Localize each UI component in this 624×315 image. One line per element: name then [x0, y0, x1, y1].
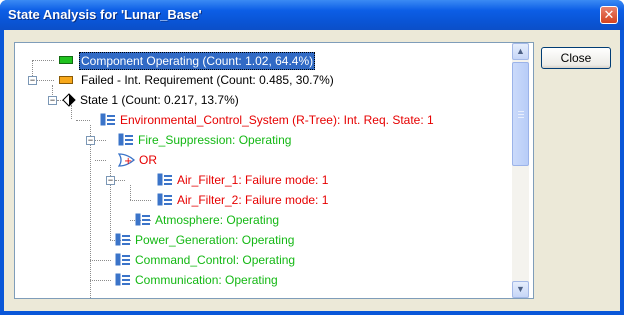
tree-row-label: Fire_Suppression: Operating [138, 133, 292, 147]
tree-row[interactable]: Power_Generation: Operating [15, 230, 511, 250]
state-tree[interactable]: − − − − Component Operating (Count: 1.02… [14, 42, 534, 299]
tree-row-label: Component Operating (Count: 1.02, 64.4%) [79, 52, 316, 70]
scrollbar-thumb[interactable] [512, 62, 529, 166]
tree-row[interactable]: Air_Filter_1: Failure mode: 1 [15, 170, 511, 190]
green-status-icon [59, 56, 73, 64]
rbd-block-icon [115, 253, 130, 266]
arrow-down-icon[interactable]: ▼ [512, 281, 529, 298]
grip-icon [518, 114, 524, 115]
rbd-block-icon [157, 173, 172, 186]
window-close-icon[interactable]: ✕ [600, 6, 618, 24]
rbd-block-icon [115, 273, 130, 286]
grip-icon [518, 117, 524, 118]
grip-icon [518, 111, 524, 112]
tree-row-label: Communication: Operating [135, 273, 278, 287]
rbd-block-icon [115, 233, 130, 246]
tree-row[interactable]: Environmental_Control_System (R-Tree): I… [15, 110, 511, 130]
tree-row[interactable]: State 1 (Count: 0.217, 13.7%) [15, 90, 511, 110]
tree-row[interactable]: Atmosphere: Operating [15, 210, 511, 230]
state-analysis-window: State Analysis for 'Lunar_Base' ✕ − − − … [0, 0, 624, 315]
tree-row[interactable]: Air_Filter_2: Failure mode: 1 [15, 190, 511, 210]
tree-row-label: Command_Control: Operating [135, 253, 296, 267]
rbd-block-icon [135, 213, 150, 226]
tree-row-label: OR [139, 153, 157, 167]
tree-row-label: Air_Filter_1: Failure mode: 1 [177, 173, 329, 187]
orange-status-icon [59, 76, 73, 84]
rbd-block-icon [118, 133, 133, 146]
or-gate-icon: + [118, 153, 135, 167]
vertical-scrollbar[interactable]: ▲ ▼ [512, 43, 529, 298]
tree-row[interactable]: Communication: Operating [15, 270, 511, 290]
tree-row-label: Failed - Int. Requirement (Count: 0.485,… [81, 73, 334, 87]
svg-text:+: + [124, 156, 132, 167]
dialog-client-area: − − − − Component Operating (Count: 1.02… [4, 30, 620, 311]
close-button[interactable]: Close [541, 47, 611, 69]
rbd-block-icon [157, 193, 172, 206]
rbd-block-icon [100, 113, 115, 126]
tree-row[interactable]: Component Operating (Count: 1.02, 64.4%) [15, 50, 511, 70]
tree-row[interactable]: + OR [15, 150, 511, 170]
tree-row-label: Atmosphere: Operating [155, 213, 280, 227]
tree-row-label: State 1 (Count: 0.217, 13.7%) [80, 93, 239, 107]
arrow-up-icon[interactable]: ▲ [512, 43, 529, 60]
tree-row[interactable]: Command_Control: Operating [15, 250, 511, 270]
tree-row[interactable]: Fire_Suppression: Operating [15, 130, 511, 150]
tree-row[interactable]: Failed - Int. Requirement (Count: 0.485,… [15, 70, 511, 90]
tree-row-label: Air_Filter_2: Failure mode: 1 [177, 193, 329, 207]
tree-row-label: Environmental_Control_System (R-Tree): I… [120, 113, 434, 127]
tree-row-label: Power_Generation: Operating [135, 233, 295, 247]
window-title: State Analysis for 'Lunar_Base' [8, 7, 202, 22]
diamond-state-icon [62, 93, 76, 107]
title-bar[interactable]: State Analysis for 'Lunar_Base' ✕ [0, 0, 624, 30]
